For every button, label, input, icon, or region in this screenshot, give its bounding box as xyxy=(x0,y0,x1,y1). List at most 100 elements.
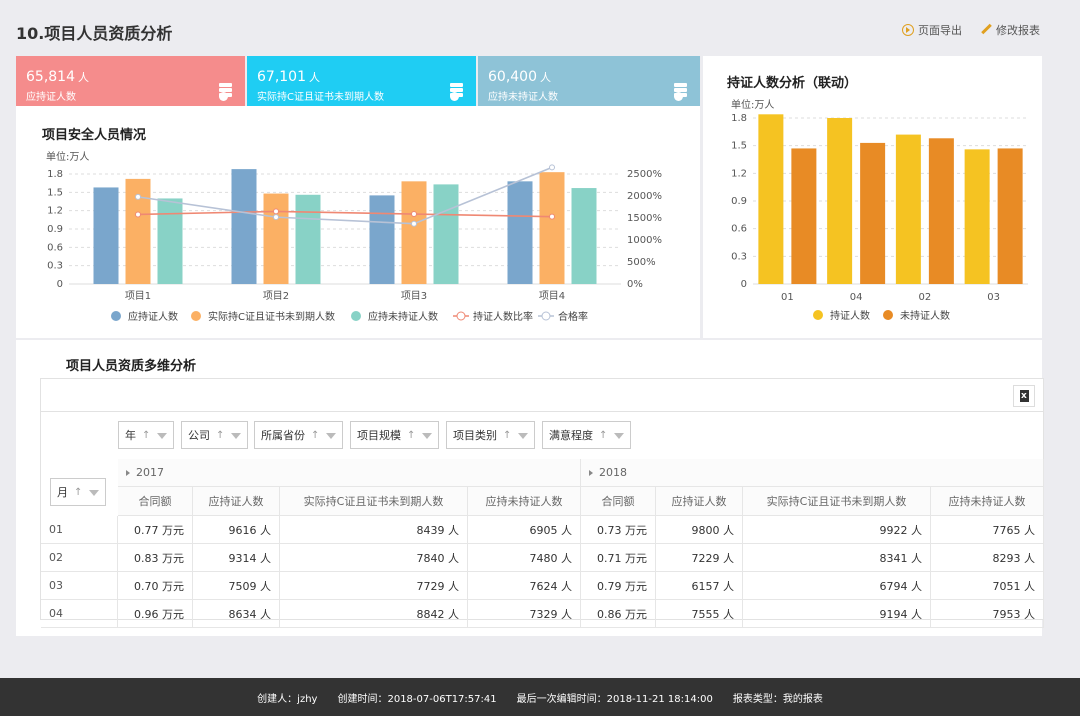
table-cell[interactable]: 9314 人 xyxy=(193,544,280,572)
filter-icon[interactable] xyxy=(89,490,100,496)
table-cell[interactable]: 8439 人 xyxy=(280,516,468,544)
table-cell[interactable]: 7329 人 xyxy=(468,600,581,628)
column-header[interactable]: 应持未持证人数 xyxy=(468,487,581,516)
year-header-2017[interactable]: 2017 xyxy=(118,459,581,487)
x-tick-label: 项目4 xyxy=(539,290,565,302)
expand-icon[interactable] xyxy=(589,469,593,476)
y-tick-label: 0.3 xyxy=(47,261,63,272)
sort-icon[interactable]: ↑ xyxy=(216,430,225,441)
sort-icon[interactable]: ↑ xyxy=(407,430,416,441)
table-cell[interactable]: 0.83 万元 xyxy=(118,544,193,572)
table-cell[interactable]: 0.70 万元 xyxy=(118,572,193,600)
table-cell[interactable]: 9194 人 xyxy=(743,600,931,628)
table-cell[interactable]: 7729 人 xyxy=(280,572,468,600)
table-cell[interactable]: 0.77 万元 xyxy=(118,516,193,544)
filter-icon[interactable] xyxy=(157,433,168,439)
table-cell[interactable]: 7765 人 xyxy=(931,516,1044,544)
kpi-label: 实际持C证且证书未到期人数 xyxy=(257,92,384,103)
table-cell[interactable]: 9800 人 xyxy=(656,516,743,544)
table-cell[interactable]: 7555 人 xyxy=(656,600,743,628)
field-chip-province[interactable]: 所属省份 ↑ xyxy=(254,421,344,449)
table-cell[interactable]: 7051 人 xyxy=(931,572,1044,600)
column-header[interactable]: 合同额 xyxy=(118,487,193,516)
field-chip-project-category[interactable]: 项目类别 ↑ xyxy=(446,421,536,449)
field-chip-month[interactable]: 月 ↑ xyxy=(50,478,107,506)
table-cell[interactable]: 7624 人 xyxy=(468,572,581,600)
table-cell[interactable]: 8293 人 xyxy=(931,544,1044,572)
y-tick-label: 1.5 xyxy=(731,141,747,152)
table-cell[interactable]: 8634 人 xyxy=(193,600,280,628)
page-title: 10.项目人员资质分析 xyxy=(16,24,173,43)
table-cell[interactable]: 0.86 万元 xyxy=(581,600,656,628)
sort-icon[interactable]: ↑ xyxy=(599,430,608,441)
row-header-month[interactable]: 02 xyxy=(41,544,118,572)
table-cell[interactable]: 7840 人 xyxy=(280,544,468,572)
table-cell[interactable]: 0.79 万元 xyxy=(581,572,656,600)
kpi-unit: 人 xyxy=(309,71,320,84)
pivot-title: 项目人员资质多维分析 xyxy=(66,359,197,374)
table-cell[interactable]: 9616 人 xyxy=(193,516,280,544)
filter-icon[interactable] xyxy=(326,433,337,439)
table-cell[interactable]: 6157 人 xyxy=(656,572,743,600)
table-cell[interactable]: 0.71 万元 xyxy=(581,544,656,572)
bar xyxy=(895,134,921,284)
table-cell[interactable]: 6794 人 xyxy=(743,572,931,600)
sort-icon[interactable]: ↑ xyxy=(142,430,151,441)
row-header-month[interactable]: 04 xyxy=(41,600,118,628)
kpi-card-required-certified[interactable]: 65,814 人 应持证人数 xyxy=(16,56,245,106)
table-cell[interactable]: 8341 人 xyxy=(743,544,931,572)
row-header-month[interactable]: 03 xyxy=(41,572,118,600)
filter-icon[interactable] xyxy=(614,433,625,439)
kpi-value: 60,400 xyxy=(488,69,537,85)
filter-icon[interactable] xyxy=(422,433,433,439)
table-cell[interactable]: 0.73 万元 xyxy=(581,516,656,544)
table-cell[interactable]: 7509 人 xyxy=(193,572,280,600)
legend-label: 应持证人数 xyxy=(128,310,178,323)
column-header[interactable]: 合同额 xyxy=(581,487,656,516)
table-cell[interactable]: 6905 人 xyxy=(468,516,581,544)
footer-created-time: 创建时间：2018-07-06T17:57:41 xyxy=(337,693,497,705)
column-header[interactable]: 应持证人数 xyxy=(193,487,280,516)
column-header[interactable]: 应持证人数 xyxy=(656,487,743,516)
field-chip-company[interactable]: 公司 ↑ xyxy=(181,421,249,449)
bar xyxy=(827,118,853,284)
excel-export-button[interactable] xyxy=(1013,385,1035,407)
table-cell[interactable]: 7480 人 xyxy=(468,544,581,572)
row-header-month[interactable]: 01 xyxy=(41,516,118,544)
line-point xyxy=(411,211,417,218)
column-header[interactable]: 实际持C证且证书未到期人数 xyxy=(743,487,931,516)
export-page-button[interactable]: 页面导出 xyxy=(902,22,962,38)
table-cell[interactable]: 7953 人 xyxy=(931,600,1044,628)
y-tick-label: 0.6 xyxy=(731,224,747,235)
field-chip-satisfaction[interactable]: 满意程度 ↑ xyxy=(542,421,632,449)
table-cell[interactable]: 0.96 万元 xyxy=(118,600,193,628)
field-chip-year[interactable]: 年 ↑ xyxy=(118,421,175,449)
edit-report-button[interactable]: 修改报表 xyxy=(980,22,1040,38)
bar xyxy=(860,142,886,284)
kpi-card-actual-certified[interactable]: 67,101 人 实际持C证且证书未到期人数 xyxy=(247,56,476,106)
expand-icon[interactable] xyxy=(126,469,130,476)
database-icon xyxy=(674,83,694,101)
cert-chart-panel: 持证人数分析（联动） 单位:万人 0 0.3 0.6 0.9 1.2 1.5 1.8 01 04… xyxy=(703,56,1042,338)
table-cell[interactable]: 9922 人 xyxy=(743,516,931,544)
year-header-2018[interactable]: 2018 xyxy=(581,459,1044,487)
bar xyxy=(401,181,427,284)
filter-icon[interactable] xyxy=(231,433,242,439)
sort-icon[interactable]: ↑ xyxy=(74,487,83,498)
sort-icon[interactable]: ↑ xyxy=(503,430,512,441)
line-point xyxy=(135,193,141,200)
y-tick-label: 0 xyxy=(57,279,63,290)
legend-label: 未持证人数 xyxy=(900,309,950,322)
column-header[interactable]: 应持未持证人数 xyxy=(931,487,1044,516)
bar xyxy=(433,184,459,284)
footer-edited-time: 最后一次编辑时间：2018-11-21 18:14:00 xyxy=(516,693,713,705)
legend-marker xyxy=(111,311,121,321)
kpi-card-uncertified[interactable]: 60,400 人 应持未持证人数 xyxy=(478,56,700,106)
field-chip-project-scale[interactable]: 项目规模 ↑ xyxy=(350,421,440,449)
sort-icon[interactable]: ↑ xyxy=(311,430,320,441)
filter-icon[interactable] xyxy=(518,433,529,439)
table-cell[interactable]: 8842 人 xyxy=(280,600,468,628)
y-tick-label: 1.2 xyxy=(47,206,63,217)
table-cell[interactable]: 7229 人 xyxy=(656,544,743,572)
column-header[interactable]: 实际持C证且证书未到期人数 xyxy=(280,487,468,516)
